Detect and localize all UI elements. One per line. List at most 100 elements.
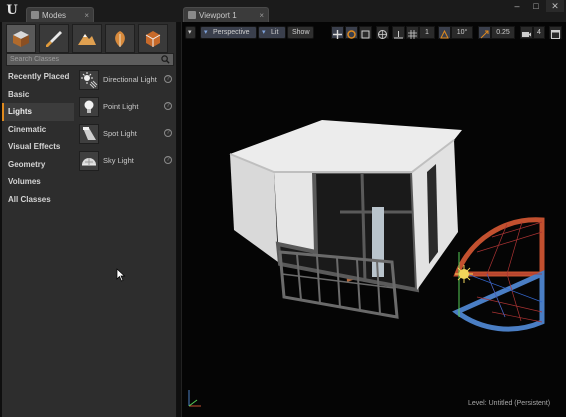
camera-speed-button[interactable] [520,26,533,39]
list-item-sky-light[interactable]: Sky Light ? [76,149,176,176]
minimize-button[interactable]: – [508,0,526,12]
globe-icon [378,30,387,39]
show-button[interactable]: Show [287,26,314,39]
place-mode-button[interactable] [6,24,36,53]
landscape-icon [78,34,96,45]
list-item-directional-light[interactable]: Directional Light ? [76,68,176,95]
asset-label: Directional Light [103,75,157,84]
viewport-menu-button[interactable]: ▾ [185,26,196,39]
paint-mode-button[interactable] [39,24,69,53]
show-label: Show [292,29,310,36]
info-icon[interactable]: ? [164,102,172,110]
lit-view-mode-button[interactable]: ▾ Lit [258,26,286,39]
unreal-logo-icon[interactable]: U [2,2,22,20]
geometry-mode-button[interactable] [138,24,168,53]
perspective-button[interactable]: ▾ Perspective [200,26,257,39]
lit-label: Lit [271,29,279,36]
sky-light-icon [79,151,99,171]
list-item-point-light[interactable]: Point Light ? [76,95,176,122]
maximize-button[interactable]: □ [527,0,545,12]
gizmo-red-arc [453,217,545,277]
category-label: Geometry [8,159,46,169]
category-label: All Classes [8,194,51,204]
category-all-classes[interactable]: All Classes [2,191,74,209]
search-input[interactable] [10,54,150,65]
close-window-button[interactable]: ✕ [546,0,564,12]
search-box[interactable] [6,53,174,66]
axis-gizmo [188,390,201,407]
grid-icon [408,30,417,39]
close-icon[interactable]: × [84,8,89,23]
rotation-snap-icon [440,29,449,39]
spot-light-icon [79,124,99,144]
gizmo-blue-arc [452,270,545,332]
viewport-tab-icon [188,11,196,19]
maximize-viewport-icon [551,30,560,39]
modes-panel: Recently Placed Basic Lights Cinematic V… [2,22,177,417]
rotation-snap-toggle[interactable] [438,26,451,39]
close-icon[interactable]: × [259,8,264,23]
landscape-mode-button[interactable] [72,24,102,53]
asset-label: Point Light [103,102,139,111]
rotation-snap-value[interactable]: 10° [451,26,473,39]
rotate-tool-button[interactable] [345,26,358,39]
category-cinematic[interactable]: Cinematic [2,121,74,139]
category-visual-effects[interactable]: Visual Effects [2,138,74,156]
info-icon[interactable]: ? [164,129,172,137]
category-label: Cinematic [8,124,47,134]
category-volumes[interactable]: Volumes [2,173,74,191]
level-status: Level: Untitled (Persistent) [468,400,551,407]
category-label: Recently Placed [8,72,70,81]
surface-snap-icon [394,31,403,39]
place-mode-icon [13,31,29,47]
modes-tab-icon [31,11,39,19]
modes-tab-label: Modes [42,11,67,20]
scale-snap-toggle[interactable] [478,26,491,39]
perspective-label: Perspective [213,29,250,36]
coordinate-system-button[interactable] [376,26,389,39]
camera-icon [522,32,531,37]
foliage-mode-button[interactable] [105,24,135,53]
info-icon[interactable]: ? [164,156,172,164]
asset-label: Sky Light [103,156,134,165]
asset-list: Directional Light ? Point Light ? Spot L… [76,68,176,176]
category-basic[interactable]: Basic [2,86,74,104]
chevron-down-icon: ▾ [204,29,208,36]
category-list: Recently Placed Basic Lights Cinematic V… [2,68,74,208]
house-front-panel [274,172,316,252]
asset-label: Spot Light [103,129,137,138]
viewport[interactable]: ▾ ▾ Perspective ▾ Lit Show 1 10° 0.25 4 [181,22,566,417]
scale-snap-icon [480,30,489,39]
maximize-viewport-button[interactable] [549,26,562,39]
list-item-spot-light[interactable]: Spot Light ? [76,122,176,149]
scale-snap-value[interactable]: 0.25 [491,26,515,39]
house-model[interactable] [222,112,482,322]
viewport-tab-label: Viewport 1 [199,11,237,20]
paint-brush-icon [46,31,62,47]
category-lights[interactable]: Lights [2,103,74,121]
point-light-icon [79,97,99,117]
translate-tool-button[interactable] [331,26,344,39]
grid-snap-toggle[interactable] [406,26,419,39]
category-label: Lights [8,107,32,116]
search-icon[interactable] [161,55,170,64]
chevron-down-icon: ▾ [188,29,192,36]
category-label: Volumes [8,177,41,186]
camera-speed-value[interactable]: 4 [533,26,545,39]
category-geometry[interactable]: Geometry [2,156,74,174]
grid-snap-value[interactable]: 1 [419,26,435,39]
chevron-down-icon: ▾ [262,29,266,36]
category-label: Basic [8,89,30,99]
surface-snapping-button[interactable] [392,26,405,39]
sky-light-gizmo[interactable] [447,212,547,332]
move-arrows-icon [333,30,342,39]
category-label: Visual Effects [8,142,61,151]
info-icon[interactable]: ? [164,75,172,83]
tab-modes[interactable]: Modes × [26,7,94,22]
mouse-cursor-icon [116,268,126,282]
tab-viewport[interactable]: Viewport 1 × [183,7,269,22]
scale-tool-button[interactable] [359,26,372,39]
category-recently-placed[interactable]: Recently Placed [2,68,74,86]
scale-icon [361,30,370,39]
directional-light-icon [79,70,99,90]
